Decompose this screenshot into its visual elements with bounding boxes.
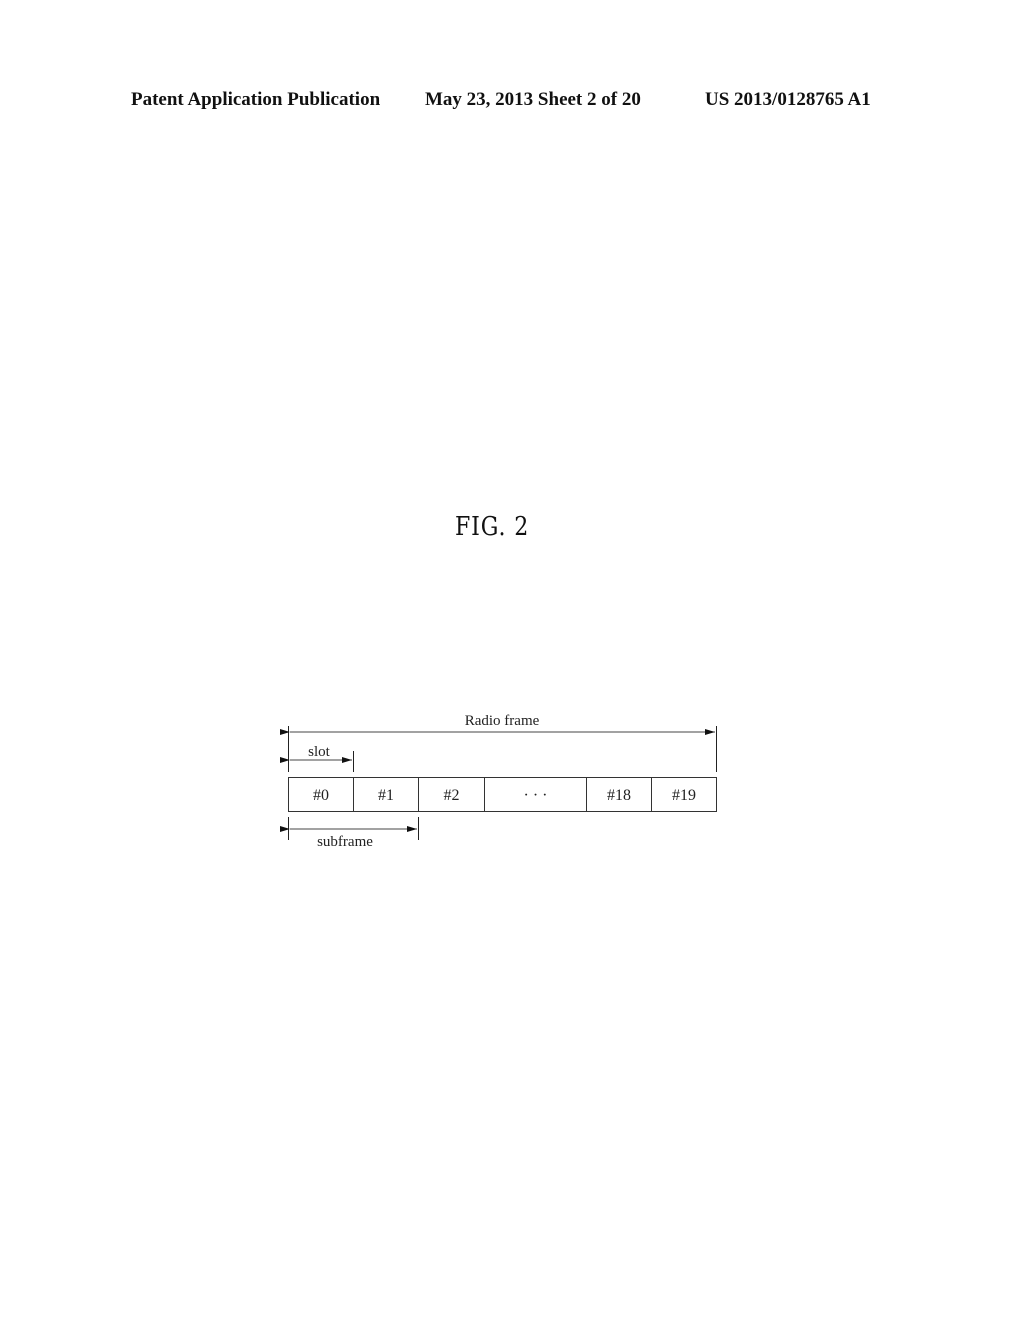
slot-row-outline <box>288 777 717 812</box>
slot-dimension: slot <box>280 744 354 772</box>
subframe-dimension: subframe <box>280 817 419 850</box>
slot-label: slot <box>308 744 331 760</box>
slot-cell-label: #1 <box>378 787 394 804</box>
slot-cell-label: #19 <box>672 787 696 804</box>
slot-cell-label: · · · <box>524 787 548 804</box>
slot-cell-label: #0 <box>313 787 329 804</box>
slot-cell-label: #18 <box>607 787 631 804</box>
radio-frame-diagram: Radio frame slot #0 #1 #2 · · · #18 #19 subfr… <box>280 713 717 850</box>
slot-row: #0 #1 #2 · · · #18 #19 <box>288 777 717 812</box>
radio-frame-dimension: Radio frame <box>280 713 717 772</box>
slot-cell-label: #2 <box>444 787 460 804</box>
subframe-label: subframe <box>317 834 373 850</box>
radio-frame-label: Radio frame <box>465 713 540 729</box>
